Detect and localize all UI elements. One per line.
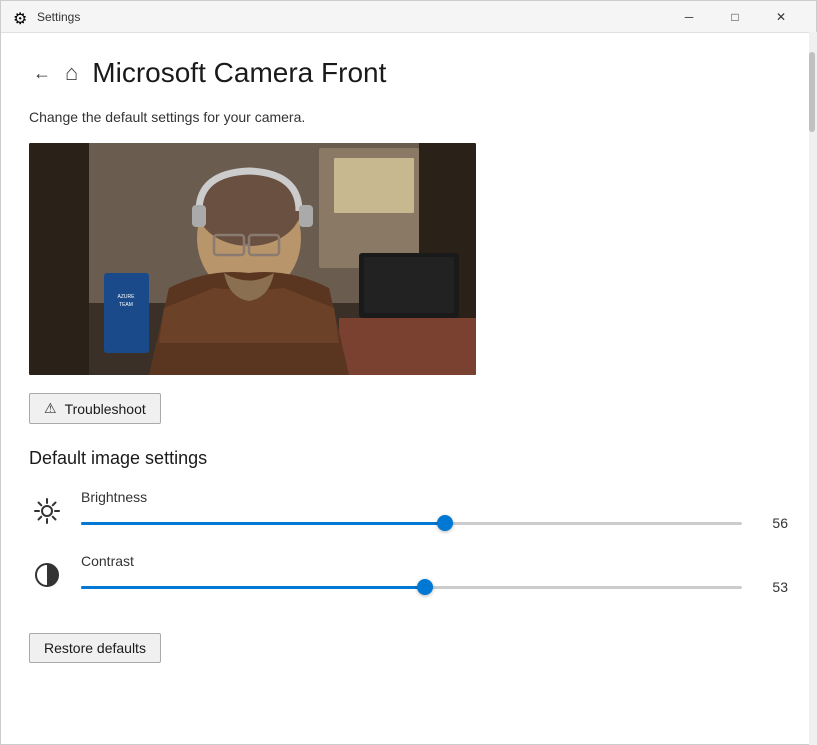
maximize-button[interactable]: □ (712, 1, 758, 33)
contrast-label: Contrast (81, 553, 788, 569)
contrast-fill (81, 586, 425, 589)
brightness-value: 56 (758, 515, 788, 531)
brightness-thumb[interactable] (437, 515, 453, 531)
troubleshoot-button[interactable]: ⚠ Troubleshoot (29, 393, 161, 424)
contrast-slider-container: 53 (81, 577, 788, 597)
svg-text:TEAM: TEAM (119, 302, 133, 308)
close-button[interactable]: ✕ (758, 1, 804, 33)
contrast-icon (29, 557, 65, 593)
brightness-slider-container: 56 (81, 513, 788, 533)
warning-icon: ⚠ (44, 400, 57, 417)
page-header: ← ⌂ Microsoft Camera Front (29, 57, 788, 89)
titlebar: ⚙ Settings ─ □ ✕ (1, 1, 816, 33)
titlebar-title: Settings (37, 10, 666, 24)
home-icon: ⌂ (65, 60, 78, 86)
camera-preview: AZURE TEAM (29, 143, 476, 375)
contrast-thumb[interactable] (417, 579, 433, 595)
sun-icon (33, 497, 61, 525)
brightness-fill (81, 522, 445, 525)
settings-icon: ⚙ (13, 9, 29, 25)
main-content: ← ⌂ Microsoft Camera Front Change the de… (1, 33, 816, 744)
contrast-content: Contrast 53 (81, 553, 788, 597)
back-button[interactable]: ← (29, 59, 55, 88)
scrollbar-thumb[interactable] (809, 52, 815, 132)
contrast-value: 53 (758, 579, 788, 595)
contrast-row: Contrast 53 (29, 553, 788, 597)
camera-feed-svg: AZURE TEAM (29, 143, 476, 375)
minimize-button[interactable]: ─ (666, 1, 712, 33)
camera-scene: AZURE TEAM (29, 143, 476, 375)
window-controls: ─ □ ✕ (666, 1, 804, 33)
restore-defaults-button[interactable]: Restore defaults (29, 633, 161, 663)
scrollbar[interactable] (809, 32, 817, 745)
brightness-label: Brightness (81, 489, 788, 505)
contrast-slider-wrapper (81, 577, 742, 597)
svg-text:AZURE: AZURE (118, 294, 136, 300)
contrast-circle-icon (33, 561, 61, 589)
page-description: Change the default settings for your cam… (29, 109, 788, 125)
default-settings-title: Default image settings (29, 448, 788, 469)
brightness-content: Brightness 56 (81, 489, 788, 533)
brightness-row: Brightness 56 (29, 489, 788, 533)
page-title: Microsoft Camera Front (92, 57, 386, 89)
troubleshoot-label: Troubleshoot (65, 401, 146, 417)
app-window: ⚙ Settings ─ □ ✕ ← ⌂ Microsoft Camera Fr… (0, 0, 817, 745)
brightness-slider-wrapper (81, 513, 742, 533)
brightness-icon (29, 493, 65, 529)
